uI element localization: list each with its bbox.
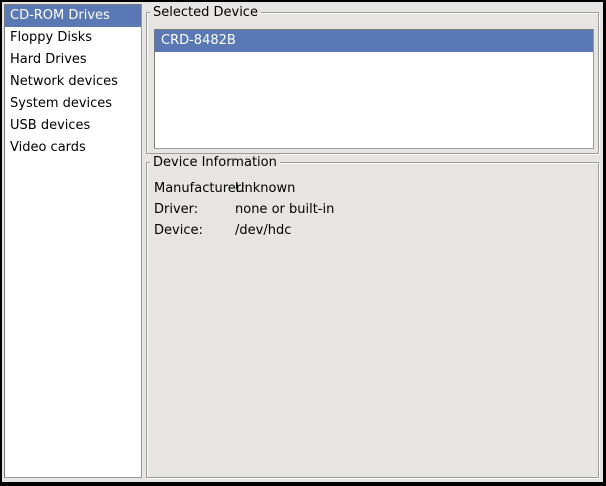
device-label: Device: <box>154 220 235 241</box>
manufacturer-label: Manufacturer: <box>154 178 235 199</box>
hardware-browser-window: CD-ROM Drives Floppy Disks Hard Drives N… <box>0 0 606 486</box>
driver-label: Driver: <box>154 199 235 220</box>
info-row-manufacturer: Manufacturer: Unknown <box>154 178 590 199</box>
sidebar-item-floppy-disks[interactable]: Floppy Disks <box>5 27 141 49</box>
selected-device-frame-title: Selected Device <box>150 4 261 21</box>
device-information-fields: Manufacturer: Unknown Driver: none or bu… <box>154 178 590 241</box>
selected-device-list: CRD-8482B <box>154 29 594 149</box>
sidebar-item-video-cards[interactable]: Video cards <box>5 137 141 159</box>
device-list-item-crd-8482b[interactable]: CRD-8482B <box>155 30 593 52</box>
device-information-frame-title: Device Information <box>150 154 280 171</box>
sidebar-item-cdrom-drives[interactable]: CD-ROM Drives <box>5 5 141 27</box>
sidebar-item-usb-devices[interactable]: USB devices <box>5 115 141 137</box>
device-category-list: CD-ROM Drives Floppy Disks Hard Drives N… <box>4 4 142 478</box>
info-row-driver: Driver: none or built-in <box>154 199 590 220</box>
info-row-device: Device: /dev/hdc <box>154 220 590 241</box>
sidebar-item-hard-drives[interactable]: Hard Drives <box>5 49 141 71</box>
selected-device-frame: Selected Device CRD-8482B <box>146 12 599 154</box>
manufacturer-value: Unknown <box>235 178 590 199</box>
sidebar-item-system-devices[interactable]: System devices <box>5 93 141 115</box>
device-information-frame: Device Information Manufacturer: Unknown… <box>146 162 599 478</box>
driver-value: none or built-in <box>235 199 590 220</box>
device-value: /dev/hdc <box>235 220 590 241</box>
sidebar-item-network-devices[interactable]: Network devices <box>5 71 141 93</box>
